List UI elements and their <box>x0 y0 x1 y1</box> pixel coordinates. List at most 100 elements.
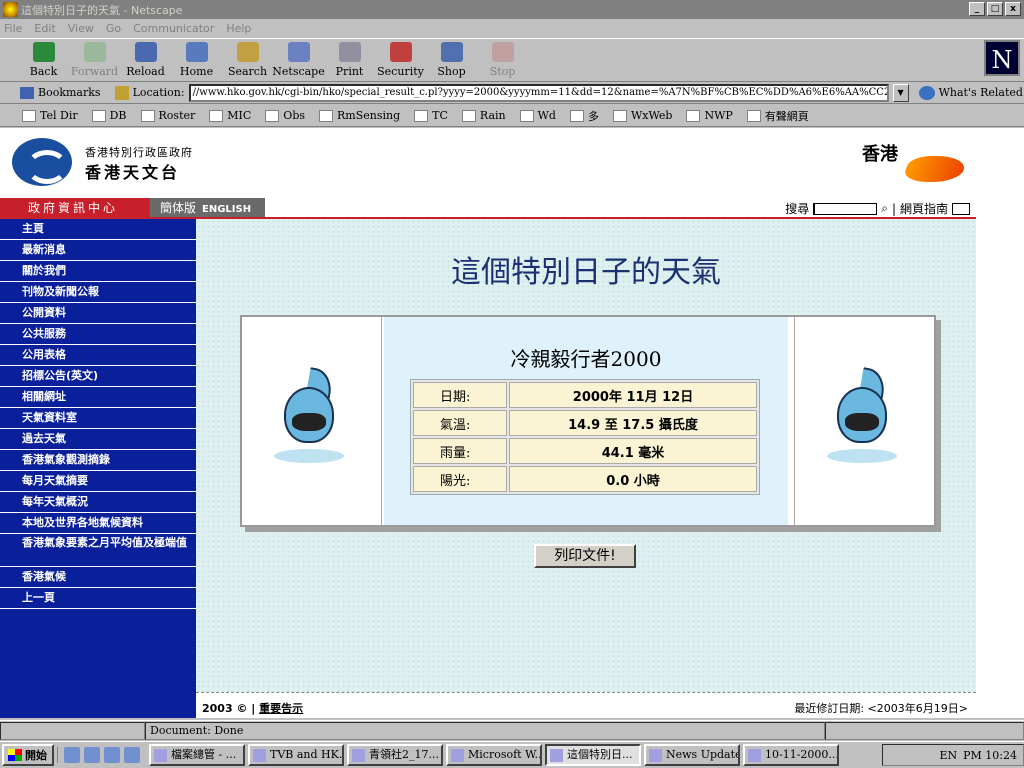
location-label: Location: <box>132 86 185 99</box>
stop-button[interactable]: Stop <box>477 39 528 81</box>
sidebar-item-climate-data[interactable]: 本地及世界各地氣候資料 <box>0 513 196 534</box>
sidebar-item-monthly-summary[interactable]: 每月天氣摘要 <box>0 471 196 492</box>
sidebar-item-annual-summary[interactable]: 每年天氣概況 <box>0 492 196 513</box>
task-tvb[interactable]: TVB and HK... <box>248 744 344 766</box>
netscape-icon[interactable] <box>124 747 140 763</box>
home-button[interactable]: Home <box>171 39 222 81</box>
bookmark-tel-dir[interactable]: Tel Dir <box>22 109 78 122</box>
sidebar-item-monthly-means[interactable]: 香港氣象要素之月平均值及極端值 <box>0 534 196 567</box>
task-news-update[interactable]: News Update... <box>644 744 740 766</box>
sidebar-item-news[interactable]: 最新消息 <box>0 240 196 261</box>
maximize-button[interactable]: □ <box>987 2 1003 16</box>
sidebar-item-home[interactable]: 主頁 <box>0 219 196 240</box>
system-tray: EN PM 10:24 <box>882 744 1024 766</box>
url-dropdown-button[interactable]: ▼ <box>892 83 909 102</box>
bookmark-obs[interactable]: Obs <box>265 109 305 122</box>
print-button[interactable]: Print <box>324 39 375 81</box>
task-weather-page[interactable]: 這個特別日... <box>545 744 641 766</box>
bookmark-label: Roster <box>158 109 196 122</box>
menu-file[interactable]: File <box>4 22 22 35</box>
table-row: 日期: 2000年 11月 12日 <box>413 382 757 408</box>
bookmark-label: 有聲網頁 <box>764 109 809 123</box>
bookmarks-button[interactable]: Bookmarks <box>38 86 101 99</box>
sidebar-item-previous-page[interactable]: 上一頁 <box>0 588 196 609</box>
whats-related-button[interactable]: What's Related <box>939 86 1023 99</box>
bookmark-wxweb[interactable]: WxWeb <box>612 109 673 122</box>
window-title-bar[interactable]: 這個特別日子的天氣 - Netscape _ □ x <box>0 0 1024 19</box>
close-button[interactable]: x <box>1005 2 1021 16</box>
netscape-button[interactable]: Netscape <box>272 39 325 81</box>
netscape-label: Netscape <box>272 65 325 78</box>
left-image-box <box>242 317 382 525</box>
search-button[interactable]: Search <box>222 39 273 81</box>
bookmark-audio-site[interactable]: 有聲網頁 <box>746 108 809 124</box>
table-row: 氣溫: 14.9 至 17.5 攝氏度 <box>413 410 757 436</box>
search-input[interactable] <box>813 202 878 215</box>
sidebar-item-forms[interactable]: 公用表格 <box>0 345 196 366</box>
desktop-icon[interactable] <box>84 747 100 763</box>
bookmark-nwp[interactable]: NWP <box>686 109 733 122</box>
clock[interactable]: PM 10:24 <box>963 749 1017 762</box>
bookmark-tc[interactable]: TC <box>414 109 448 122</box>
task-date-window[interactable]: 10-11-2000... <box>743 744 839 766</box>
whats-related-icon <box>918 85 935 100</box>
security-label: Security <box>377 65 424 78</box>
bookmark-label: 多 <box>587 109 599 123</box>
bookmark-multi[interactable]: 多 <box>569 108 599 124</box>
security-status[interactable] <box>0 721 145 740</box>
reload-button[interactable]: Reload <box>120 39 171 81</box>
ie-icon[interactable] <box>64 747 80 763</box>
english-link[interactable]: ENGLISH <box>202 204 251 215</box>
simplified-chinese-link[interactable]: 簡体版 <box>160 201 196 215</box>
task-word[interactable]: Microsoft W... <box>446 744 542 766</box>
bookmark-mic[interactable]: MIC <box>209 109 251 122</box>
site-guide-link[interactable]: 網頁指南 <box>900 200 948 217</box>
hko-name: 香港天文台 <box>85 163 181 182</box>
minimize-button[interactable]: _ <box>969 2 985 16</box>
security-button[interactable]: Security <box>375 39 426 81</box>
shop-button[interactable]: Shop <box>426 39 477 81</box>
bookmark-wd[interactable]: Wd <box>519 109 556 122</box>
sidebar-item-hk-climate[interactable]: 香港氣候 <box>0 567 196 588</box>
forward-button[interactable]: Forward <box>69 39 120 81</box>
search-label: Search <box>227 65 268 78</box>
sidebar-item-past-weather[interactable]: 過去天氣 <box>0 429 196 450</box>
bookmark-label: WxWeb <box>630 109 673 122</box>
print-document-button[interactable]: 列印文件! <box>534 544 636 568</box>
sidebar-item-weather-archive[interactable]: 天氣資料室 <box>0 408 196 429</box>
bookmark-rain[interactable]: Rain <box>461 109 506 122</box>
menu-communicator[interactable]: Communicator <box>133 22 214 35</box>
url-field[interactable]: //www.hko.gov.hk/cgi-bin/hko/special_res… <box>188 83 889 102</box>
sidebar-item-publications[interactable]: 刊物及新聞公報 <box>0 282 196 303</box>
important-notice-link[interactable]: 重要告示 <box>259 702 303 715</box>
start-button[interactable]: 開始 <box>2 744 54 766</box>
menu-go[interactable]: Go <box>106 22 121 35</box>
sidebar-item-about[interactable]: 關於我們 <box>0 261 196 282</box>
language-indicator[interactable]: EN <box>939 749 957 762</box>
edit-icon[interactable] <box>104 747 120 763</box>
stop-icon <box>491 42 514 62</box>
sidebar-item-tenders[interactable]: 招標公告(英文) <box>0 366 196 387</box>
task-doc[interactable]: 青領社2_17... <box>347 744 443 766</box>
sidebar-item-open-info[interactable]: 公開資料 <box>0 303 196 324</box>
gov-info-link[interactable]: 政府資訊中心 <box>0 198 150 218</box>
netscape-logo[interactable]: N <box>984 40 1020 76</box>
bookmark-roster[interactable]: Roster <box>140 109 196 122</box>
mail-icon[interactable] <box>952 202 970 215</box>
sidebar: 主頁 最新消息 關於我們 刊物及新聞公報 公開資料 公共服務 公用表格 招標公告… <box>0 219 196 718</box>
magnifier-icon[interactable]: ⌕ <box>881 201 888 216</box>
sidebar-item-links[interactable]: 相關網址 <box>0 387 196 408</box>
component-bar[interactable] <box>825 721 1024 740</box>
menu-edit[interactable]: Edit <box>34 22 55 35</box>
task-explorer[interactable]: 檔案總管 - ... <box>149 744 245 766</box>
bookmark-rmsensing[interactable]: RmSensing <box>319 109 400 122</box>
bookmark-db[interactable]: DB <box>91 109 127 122</box>
sidebar-item-public-services[interactable]: 公共服務 <box>0 324 196 345</box>
menu-help[interactable]: Help <box>226 22 251 35</box>
hko-logo[interactable] <box>12 138 72 186</box>
back-button[interactable]: Back <box>18 39 69 81</box>
my-netscape-icon <box>287 42 310 62</box>
bookmark-label: DB <box>109 109 127 122</box>
menu-view[interactable]: View <box>68 22 94 35</box>
sidebar-item-observations[interactable]: 香港氣象觀測摘錄 <box>0 450 196 471</box>
